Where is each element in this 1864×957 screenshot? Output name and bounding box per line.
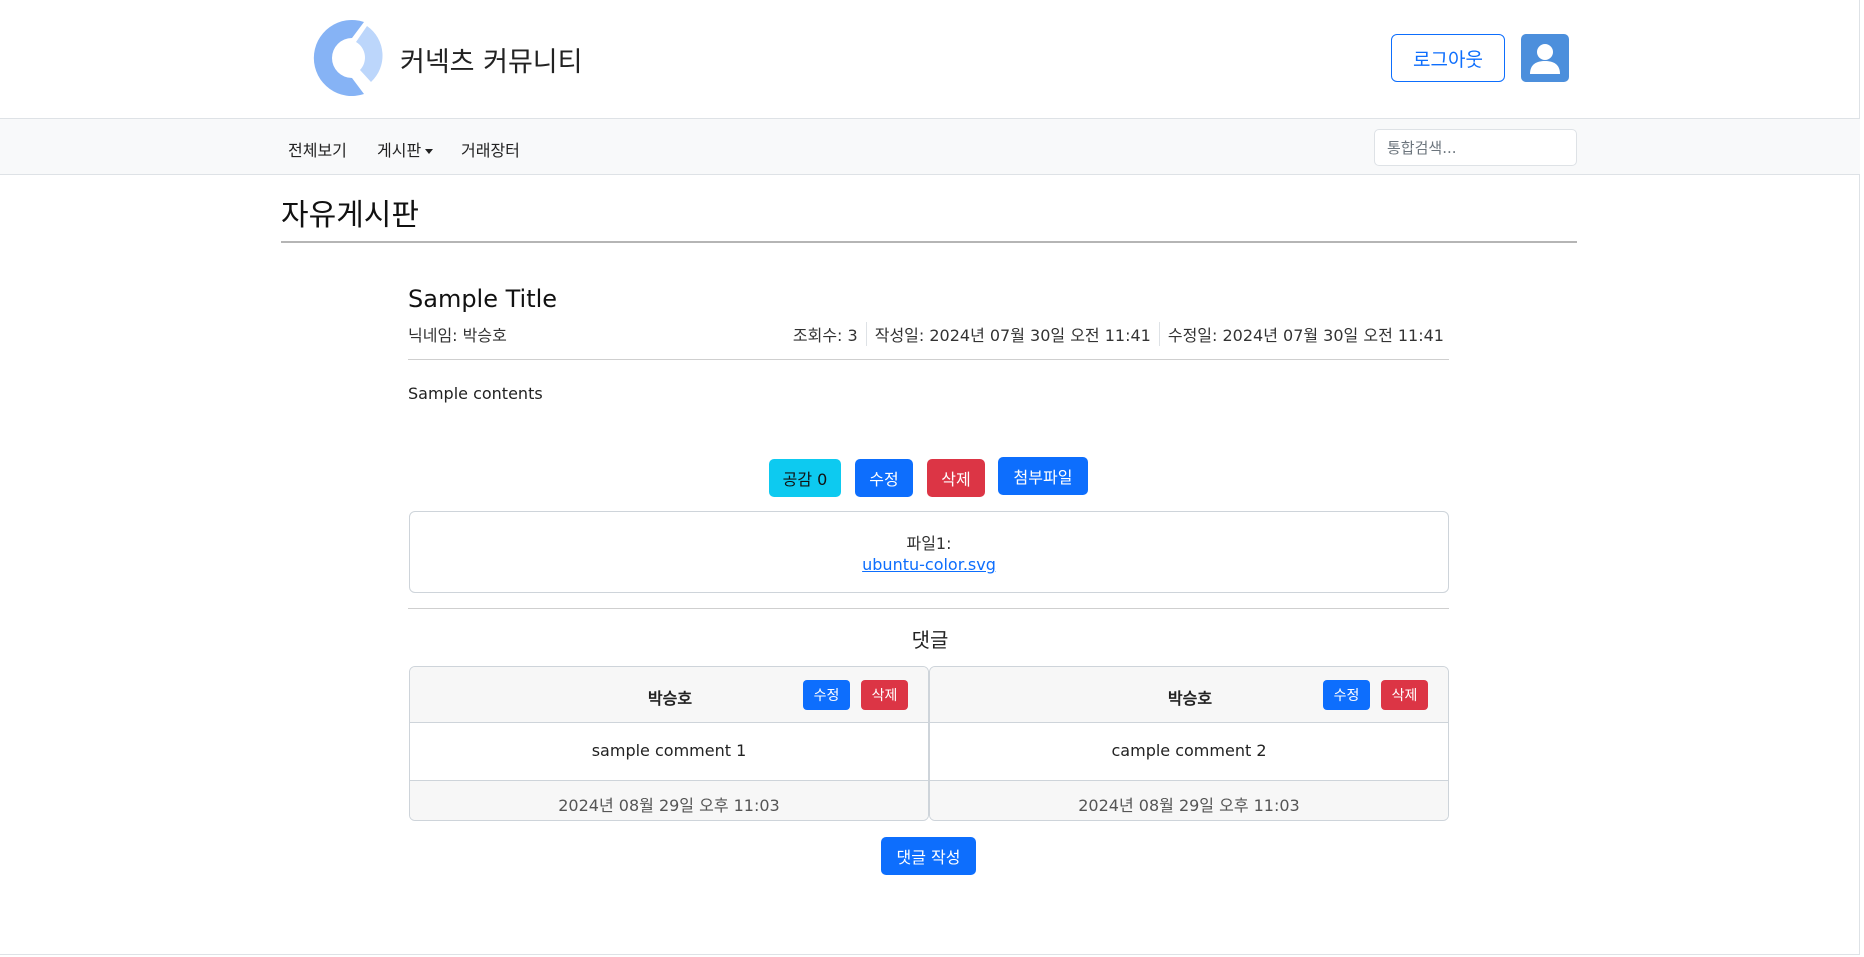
file-label: 파일1: xyxy=(906,534,952,553)
divider xyxy=(408,359,1449,360)
comment-author: 박승호 xyxy=(647,689,693,708)
page: 커넥츠 커뮤니티 로그아웃 전체보기 게시판 거래장터 자유게시판 Sample… xyxy=(0,0,1860,955)
logo-icon[interactable] xyxy=(294,12,388,104)
comment-text: cample comment 2 xyxy=(1111,741,1267,760)
meta-divider xyxy=(1158,322,1160,346)
comment-date: 2024년 08월 29일 오후 11:03 xyxy=(930,780,1448,820)
attachments-button[interactable]: 첨부파일 xyxy=(998,457,1088,495)
comment-card: 박승호 수정 삭제 cample comment 2 2024년 08월 29일… xyxy=(929,666,1449,821)
comment-header: 박승호 수정 삭제 xyxy=(410,667,928,723)
comment-author: 박승호 xyxy=(1167,689,1213,708)
divider xyxy=(408,608,1449,609)
search-input[interactable] xyxy=(1374,129,1577,166)
edit-post-button[interactable]: 수정 xyxy=(855,459,913,497)
nav-all[interactable]: 전체보기 xyxy=(288,137,347,161)
caret-down-icon xyxy=(425,149,434,154)
divider xyxy=(281,241,1577,243)
post-content: Sample contents xyxy=(408,384,543,403)
post-nickname: 닉네임: 박승호 xyxy=(408,326,507,345)
brand-title[interactable]: 커넥츠 커뮤니티 xyxy=(400,40,582,79)
post-modified: 수정일: 2024년 07월 30일 오전 11:41 xyxy=(1167,326,1444,345)
page-title: 자유게시판 xyxy=(281,198,419,233)
post-meta: 조회수: 3 작성일: 2024년 07월 30일 오전 11:41 수정일: … xyxy=(793,322,1444,346)
comment-date: 2024년 08월 29일 오후 11:03 xyxy=(410,780,928,820)
edit-comment-button[interactable]: 수정 xyxy=(1323,680,1370,710)
user-icon xyxy=(1530,44,1560,74)
edit-comment-button[interactable]: 수정 xyxy=(803,680,850,710)
delete-post-button[interactable]: 삭제 xyxy=(927,459,985,497)
navbar: 전체보기 게시판 거래장터 xyxy=(0,118,1860,175)
comment-header: 박승호 수정 삭제 xyxy=(930,667,1448,723)
nav-board-dropdown[interactable]: 게시판 xyxy=(377,137,434,161)
like-button[interactable]: 공감 0 xyxy=(769,459,841,497)
header: 커넥츠 커뮤니티 로그아웃 xyxy=(0,0,1860,118)
comment-text: sample comment 1 xyxy=(591,741,747,760)
nav-board-label: 게시판 xyxy=(377,141,422,160)
meta-divider xyxy=(865,322,867,346)
file-link: ubuntu-color.svg xyxy=(410,555,1448,574)
avatar[interactable] xyxy=(1521,34,1569,82)
attachment-box: 파일1: ubuntu-color.svg xyxy=(409,511,1449,593)
write-comment-button[interactable]: 댓글 작성 xyxy=(881,837,976,875)
logout-button[interactable]: 로그아웃 xyxy=(1391,34,1505,82)
comment-card: 박승호 수정 삭제 sample comment 1 2024년 08월 29일… xyxy=(409,666,929,821)
post-views: 조회수: 3 xyxy=(792,326,858,345)
nav-market[interactable]: 거래장터 xyxy=(461,137,520,161)
post-created: 작성일: 2024년 07월 30일 오전 11:41 xyxy=(874,326,1151,345)
delete-comment-button[interactable]: 삭제 xyxy=(861,680,908,710)
comments-heading: 댓글 xyxy=(911,628,949,652)
post-title: Sample Title xyxy=(408,285,558,313)
file-download-link[interactable]: ubuntu-color.svg xyxy=(862,555,996,574)
delete-comment-button[interactable]: 삭제 xyxy=(1381,680,1428,710)
